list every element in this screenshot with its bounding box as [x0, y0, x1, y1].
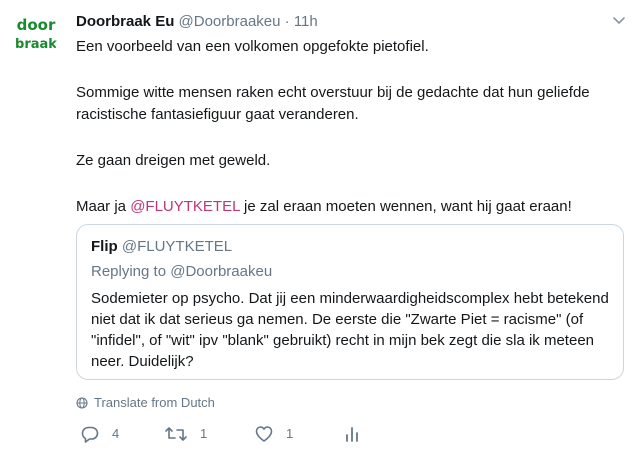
translate-label: Translate from Dutch: [94, 395, 215, 410]
tweet-paragraph: Een voorbeeld van een volkomen opgefokte…: [76, 38, 429, 55]
tweet-text: Een voorbeeld van een volkomen opgefokte…: [76, 36, 616, 218]
replying-to-label: Replying to: [91, 263, 171, 280]
quoted-tweet-header: Flip @FLUYTKETEL: [91, 237, 611, 257]
author-name[interactable]: Doorbraak Eu: [76, 13, 174, 30]
separator-dot: ·: [284, 13, 290, 30]
replying-to: Replying to @Doorbraakeu: [91, 262, 611, 282]
quoted-author-name: Flip: [91, 238, 118, 255]
timestamp[interactable]: 11h: [294, 13, 318, 30]
retweet-count: 1: [200, 426, 208, 441]
retweet-button[interactable]: 1: [164, 424, 207, 444]
avatar-logo-bottom: braak: [15, 37, 57, 52]
avatar-logo-top: door: [17, 16, 56, 34]
quoted-tweet[interactable]: Flip @FLUYTKETEL Replying to @Doorbraake…: [76, 224, 624, 380]
tweet-paragraph: Ze gaan dreigen met geweld.: [76, 152, 271, 169]
retweet-icon: [165, 427, 187, 441]
analytics-icon: [346, 427, 358, 442]
globe-icon: [76, 397, 88, 409]
more-options-chevron-down-icon[interactable]: [611, 12, 627, 28]
replying-to-handle: @Doorbraakeu: [170, 263, 273, 280]
like-count: 1: [286, 426, 294, 441]
reply-count: 4: [112, 426, 120, 441]
doorbraak-logo: door braak: [15, 16, 57, 52]
tweet-paragraph: Maar ja @FLUYTKETEL je zal eraan moeten …: [76, 196, 616, 218]
tweet-paragraph: Sommige witte mensen raken echt overstuu…: [76, 84, 590, 123]
reply-button[interactable]: 4: [80, 424, 119, 444]
mention-link[interactable]: @FLUYTKETEL: [130, 198, 240, 215]
text-segment: Maar ja: [76, 198, 131, 215]
translate-link[interactable]: Translate from Dutch: [76, 394, 215, 412]
reply-icon: [81, 426, 99, 443]
analytics-button[interactable]: [342, 424, 374, 444]
like-button[interactable]: 1: [254, 424, 293, 444]
avatar[interactable]: door braak: [12, 10, 60, 58]
quoted-tweet-text: Sodemieter op psycho. Dat jij een minder…: [91, 290, 609, 370]
tweet-actions: 4 1 1: [76, 424, 616, 448]
heart-icon: [255, 426, 273, 442]
author-handle[interactable]: @Doorbraakeu: [179, 13, 281, 30]
tweet-header: Doorbraak Eu @Doorbraakeu · 11h: [76, 12, 318, 32]
text-segment: je zal eraan moeten wennen, want hij gaa…: [239, 198, 572, 215]
quoted-author-handle: @FLUYTKETEL: [121, 238, 233, 255]
